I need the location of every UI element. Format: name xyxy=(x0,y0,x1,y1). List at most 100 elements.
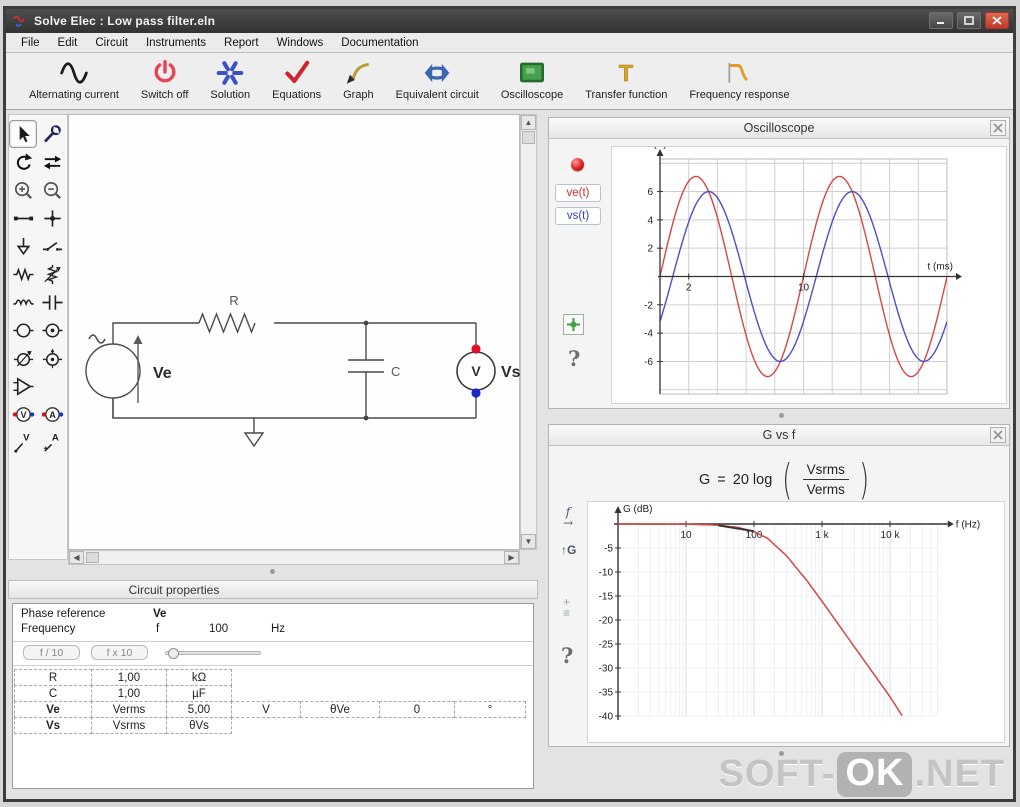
palette-tool-current-source[interactable] xyxy=(38,316,66,344)
table-cell[interactable]: kΩ xyxy=(166,669,232,686)
palette-tool-zoom-in[interactable] xyxy=(9,176,37,204)
frequency-value[interactable]: 100 xyxy=(209,623,228,635)
splitter-handle[interactable] xyxy=(779,413,784,418)
vertical-scroll-thumb[interactable] xyxy=(522,131,535,144)
toolbar-button-equivalent-circuit[interactable]: Equivalent circuit xyxy=(387,57,488,102)
zoom-in-icon xyxy=(14,181,32,199)
menu-item-documentation[interactable]: Documentation xyxy=(332,35,427,51)
palette-tool-voltage-probe[interactable]: V xyxy=(9,428,37,456)
menu-item-windows[interactable]: Windows xyxy=(268,35,333,51)
menu-bar: File Edit Circuit Instruments Report Windows D… xyxy=(6,33,1013,53)
palette-tool-op-amp[interactable] xyxy=(9,372,37,400)
gvsf-close-button[interactable] xyxy=(990,427,1006,443)
frequency-slider[interactable] xyxy=(165,648,261,659)
scroll-down-button[interactable]: ▼ xyxy=(521,534,536,549)
table-cell[interactable]: θVs xyxy=(166,717,232,734)
close-button[interactable] xyxy=(985,12,1009,29)
menu-item-edit[interactable]: Edit xyxy=(49,35,87,51)
maximize-button[interactable] xyxy=(957,12,981,29)
f-cursor-tool[interactable]: f → xyxy=(563,506,573,529)
workspace: VAVA R C V Ve Vs ▲ ▼ ◀ ▶ Circuit propert… xyxy=(6,110,1013,799)
add-trace-button[interactable] xyxy=(563,314,584,335)
phase-reference-value[interactable]: Ve xyxy=(153,608,166,620)
toolbar-button-alternating-current[interactable]: Alternating current xyxy=(20,57,128,102)
menu-item-circuit[interactable]: Circuit xyxy=(86,35,137,51)
palette-tool-wire[interactable] xyxy=(9,204,37,232)
table-cell[interactable]: Verms xyxy=(91,701,167,718)
gvsf-help-button[interactable]: ? xyxy=(561,643,573,668)
table-cell[interactable]: 1,00 xyxy=(91,669,167,686)
palette-tool-zoom-out[interactable] xyxy=(38,176,66,204)
oscilloscope-help-button[interactable]: ? xyxy=(568,346,580,371)
controlled-current-source-icon xyxy=(42,347,62,368)
component-values-table: R 1,00 kΩ C 1,00 µF Ve Verms 5,00 VθVe 0 ° Vs Vsrms θV… xyxy=(14,669,526,734)
scroll-left-button[interactable]: ◀ xyxy=(69,551,84,564)
ac-tilde-icon xyxy=(88,334,106,344)
scroll-up-button[interactable]: ▲ xyxy=(521,115,536,130)
menu-item-report[interactable]: Report xyxy=(215,35,268,51)
scale-adjust-tool[interactable]: + ≡ xyxy=(563,596,570,619)
table-cell[interactable]: Vsrms xyxy=(91,717,167,734)
palette-tool-current-probe[interactable]: A xyxy=(38,428,66,456)
palette-tool-ground[interactable] xyxy=(9,232,37,260)
table-cell[interactable]: 0 xyxy=(379,701,455,718)
circuit-canvas[interactable]: R C V Ve Vs xyxy=(68,114,521,550)
palette-tool-voltmeter[interactable]: V xyxy=(9,400,37,428)
palette-tool-switch[interactable] xyxy=(38,232,66,260)
toolbar-button-graph[interactable]: Graph xyxy=(334,57,383,102)
palette-tool-wrench[interactable] xyxy=(38,120,66,148)
toolbar-button-frequency-response[interactable]: Frequency response xyxy=(680,57,798,102)
vs-trace-button[interactable]: vs(t) xyxy=(555,207,601,225)
palette-tool-select[interactable] xyxy=(9,120,37,148)
palette-tool-voltage-source[interactable] xyxy=(9,316,37,344)
circuit-properties-header[interactable]: Circuit properties xyxy=(8,580,538,599)
toolbar-button-solution[interactable]: Solution xyxy=(201,57,259,102)
record-led-icon[interactable] xyxy=(571,158,584,171)
vertical-scrollbar[interactable]: ▲ ▼ xyxy=(520,114,537,550)
palette-tool-rotate[interactable] xyxy=(9,148,37,176)
toolbar-button-switch-off[interactable]: Switch off xyxy=(132,57,198,102)
palette-tool-capacitor[interactable] xyxy=(38,288,66,316)
palette-tool-resistor[interactable] xyxy=(9,260,37,288)
palette-tool-node[interactable] xyxy=(38,204,66,232)
title-bar[interactable]: Solve Elec : Low pass filter.eln xyxy=(6,9,1013,33)
frequency-divide-button[interactable]: f / 10 xyxy=(23,645,80,660)
horizontal-scroll-thumb[interactable] xyxy=(86,552,99,563)
palette-tool-controlled-current-source[interactable] xyxy=(38,344,66,372)
table-cell[interactable]: µF xyxy=(166,685,232,702)
reverse-icon xyxy=(43,155,61,169)
switch-icon xyxy=(42,241,62,251)
wrench-icon xyxy=(43,124,61,142)
frequency-multiply-button[interactable]: f x 10 xyxy=(91,645,148,660)
palette-tool-controlled-voltage-source[interactable] xyxy=(9,344,37,372)
g-cursor-tool[interactable]: ↑G xyxy=(561,544,576,556)
circuit-diagram: R C V Ve Vs xyxy=(85,293,521,448)
palette-tool-reverse[interactable] xyxy=(38,148,66,176)
oscilloscope-close-button[interactable] xyxy=(990,120,1006,136)
menu-item-instruments[interactable]: Instruments xyxy=(137,35,215,51)
table-cell[interactable]: 5,00 xyxy=(166,701,232,718)
formula-fraction: Vsrms Verms xyxy=(802,462,849,497)
palette-tool-ammeter[interactable]: A xyxy=(38,400,66,428)
resistor-symbol xyxy=(198,312,256,334)
menu-item-file[interactable]: File xyxy=(12,35,49,51)
horizontal-scrollbar[interactable]: ◀ ▶ xyxy=(68,550,520,565)
svg-text:-15: -15 xyxy=(599,592,614,603)
frequency-slider-knob[interactable] xyxy=(168,648,179,659)
gvsf-header[interactable]: G vs f xyxy=(549,425,1009,446)
palette-tool-inductor[interactable] xyxy=(9,288,37,316)
palette-tool-potentiometer[interactable] xyxy=(38,260,66,288)
oscilloscope-plot[interactable]: -6 -4 -2 2 4 6 2 10 (V) t (ms) xyxy=(611,139,1007,404)
toolbar-label: Switch off xyxy=(140,89,189,101)
toolbar-button-equations[interactable]: Equations xyxy=(263,57,330,102)
toolbar-button-oscilloscope[interactable]: Oscilloscope xyxy=(492,57,572,102)
splitter-handle[interactable] xyxy=(270,569,275,574)
toolbar-button-transfer-function[interactable]: T Transfer function xyxy=(576,57,676,102)
watermark: SOFT- OK .NET xyxy=(719,752,1005,797)
oscilloscope-header[interactable]: Oscilloscope xyxy=(549,118,1009,139)
ve-trace-button[interactable]: ve(t) xyxy=(555,184,601,202)
scroll-right-button[interactable]: ▶ xyxy=(504,551,519,564)
minimize-button[interactable] xyxy=(929,12,953,29)
bode-plot[interactable]: 10 100 1 k 10 k -5 -10 -15 -20 -25 -30 -35 -40 G (dB… xyxy=(587,501,1005,743)
table-cell[interactable]: 1,00 xyxy=(91,685,167,702)
